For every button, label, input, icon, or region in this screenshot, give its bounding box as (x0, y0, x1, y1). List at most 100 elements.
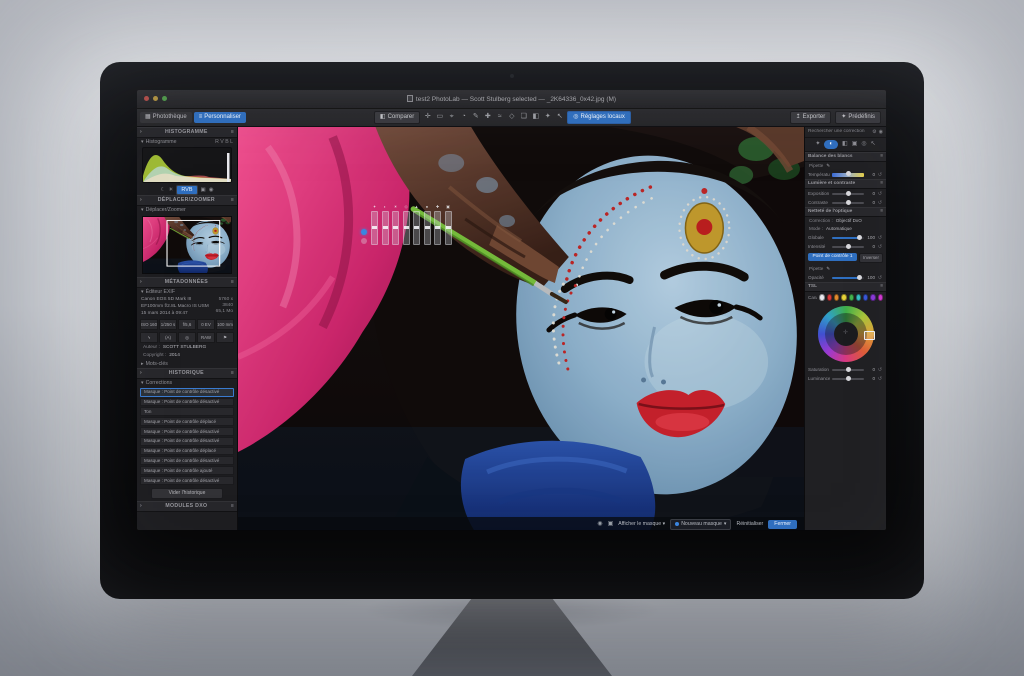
local-adjustments-button[interactable]: ◎Réglages locaux (567, 111, 631, 124)
reset-icon[interactable]: ↺ (877, 235, 883, 241)
keywords-row[interactable]: ▸ Mots-clés (137, 360, 237, 368)
invert-mask-button[interactable]: Inverser (859, 253, 883, 263)
category-favorites-icon[interactable]: ✦ (815, 141, 820, 148)
equalizer-slider-track[interactable] (424, 211, 431, 245)
hsl-channel-dot[interactable] (849, 294, 854, 301)
history-item[interactable]: Masque : Point de contrôle déplacé (140, 447, 234, 456)
active-mask-button[interactable]: Point de contrôle 1 (808, 253, 857, 261)
toolbar-tool-icon[interactable]: ◇ (507, 112, 516, 123)
slider-track[interactable] (832, 202, 864, 204)
equalizer-slider-handle[interactable] (425, 226, 430, 229)
histogram-graph[interactable] (142, 147, 232, 183)
tab-customize[interactable]: ≡Personnaliser (194, 112, 246, 123)
photo-image[interactable] (238, 127, 804, 530)
toolbar-tool-icon[interactable]: ◔ (459, 112, 468, 123)
wb-pipette-row[interactable]: Pipette ✎ (805, 162, 886, 170)
pipette-icon[interactable]: ✎ (826, 163, 830, 169)
show-mask-toggle[interactable]: Afficher le masque ▾ (618, 521, 665, 527)
equalizer-slider-track[interactable] (403, 211, 410, 245)
reset-icon[interactable]: ↺ (877, 376, 883, 382)
equalizer-slider-track[interactable] (413, 211, 420, 245)
slider-track[interactable] (832, 369, 864, 371)
equalizer-slider-handle[interactable] (393, 226, 398, 229)
toolbar-tool-icon[interactable]: ⌖ (447, 112, 456, 123)
slider-track[interactable] (832, 378, 864, 380)
correction-search[interactable]: Rechercher une correction ⚙ ◉ (805, 127, 886, 138)
collapse-icon[interactable]: ▾ (141, 139, 144, 145)
collapse-icon[interactable]: ▾ (141, 289, 144, 295)
export-button[interactable]: ↥Exporter (790, 111, 832, 124)
hsl-channel-dot[interactable] (827, 294, 832, 301)
toolbar-tool-icon[interactable]: ✎ (471, 112, 480, 123)
highlight-clipping-icon[interactable]: ☀ (168, 187, 173, 194)
reset-button[interactable]: Réinitialiser (736, 521, 763, 527)
toolbar-tool-icon[interactable]: ❏ (519, 112, 528, 123)
hsl-channel-dot[interactable] (819, 294, 824, 301)
reset-icon[interactable]: ↺ (877, 367, 883, 373)
palette-header-dxo-modules[interactable]: › MODULES DXO ≡ (137, 501, 237, 512)
palette-header-white-balance[interactable]: Balance des blancs ≡ (805, 152, 886, 162)
lens-mode-row[interactable]: Mode : Automatique (805, 225, 886, 233)
equalizer-slider-handle[interactable] (435, 226, 440, 229)
hsl-channel-dot[interactable] (841, 294, 846, 301)
equalizer-slider-handle[interactable] (383, 226, 388, 229)
toolbar-tool-icon[interactable]: ✦ (543, 112, 552, 123)
slider-handle[interactable] (846, 200, 851, 205)
mask-icon[interactable]: ▣ (608, 521, 614, 528)
histogram-option-icon-1[interactable]: ▣ (201, 187, 206, 194)
category-local-icon[interactable]: ↖ (871, 141, 876, 148)
control-point-indicator[interactable] (361, 229, 367, 235)
history-item[interactable]: Masque : Point de contrôle désactivé (140, 476, 234, 485)
history-item[interactable]: Masque : Point de contrôle désactivé (140, 427, 234, 436)
equalizer-slider[interactable]: ◇ (403, 205, 410, 245)
close-button[interactable]: Fermer (768, 520, 797, 528)
history-subrow[interactable]: ▾ Corrections (137, 379, 237, 387)
reset-icon[interactable]: ↺ (877, 191, 883, 197)
clear-history-button[interactable]: Vider l'historique (151, 488, 223, 499)
lens-correction-row[interactable]: Correction : Objectif DxO (805, 217, 886, 225)
slider-handle[interactable] (846, 191, 851, 196)
palette-header-history[interactable]: › HISTORIQUE ≡ (137, 368, 237, 379)
slider-handle[interactable] (846, 244, 851, 249)
category-color-icon[interactable]: ◧ (842, 141, 848, 148)
hsl-channel-dot[interactable] (870, 294, 875, 301)
tab-photolibrary[interactable]: ▦Photothèque (140, 112, 192, 123)
slider-handle[interactable] (846, 171, 851, 176)
menu-icon[interactable]: ≡ (231, 370, 234, 376)
minimize-window-button[interactable] (153, 96, 158, 101)
channel-mode-button[interactable]: RVB (176, 185, 197, 196)
menu-icon[interactable]: ≡ (880, 154, 883, 160)
menu-icon[interactable]: ≡ (880, 209, 883, 215)
slider-handle[interactable] (857, 235, 862, 240)
panel-toggle-icon[interactable]: ◉ (879, 129, 883, 135)
toolbar-tool-icon[interactable]: ✛ (423, 112, 432, 123)
opacity-slider[interactable] (832, 277, 864, 279)
window-controls[interactable] (144, 96, 167, 101)
equalizer-slider-track[interactable] (392, 211, 399, 245)
mask-visibility-dot[interactable] (361, 238, 367, 244)
hsl-channel-dot[interactable] (878, 294, 883, 301)
palette-header-lens-sharpness[interactable]: Netteté de l'optique ≡ (805, 207, 886, 217)
field-value[interactable]: Objectif DxO (836, 218, 862, 224)
lock-icon[interactable]: ↺ (877, 244, 883, 250)
hsl-color-wheel[interactable]: ✛ (818, 306, 874, 362)
author-value[interactable]: SCOTT STULBERG (163, 345, 206, 351)
menu-icon[interactable]: ≡ (880, 181, 883, 187)
menu-icon[interactable]: ≡ (231, 503, 234, 509)
equalizer-slider[interactable]: ◐ (382, 205, 389, 245)
new-mask-dropdown[interactable]: Nouveau masque▾ (670, 519, 731, 529)
palette-header-metadata[interactable]: › MÉTADONNÉES ≡ (137, 277, 237, 288)
palette-header-light[interactable]: Lumière et contraste ≡ (805, 179, 886, 189)
equalizer-slider-track[interactable] (445, 211, 452, 245)
equalizer-slider[interactable]: ✚ (434, 205, 441, 245)
reset-icon[interactable]: ↺ (877, 275, 883, 281)
slider-handle[interactable] (846, 367, 851, 372)
slider-handle[interactable] (846, 376, 851, 381)
copyright-row[interactable]: Copyright : 2014 (137, 352, 237, 360)
eye-icon[interactable]: ◉ (597, 521, 602, 528)
equalizer-slider-track[interactable] (382, 211, 389, 245)
exif-editor-subrow[interactable]: ▾ Éditeur EXIF (137, 288, 237, 296)
palette-header-move-zoom[interactable]: › DÉPLACER/ZOOMER ≡ (137, 195, 237, 206)
equalizer-slider-handle[interactable] (372, 226, 377, 229)
equalizer-slider-handle[interactable] (414, 226, 419, 229)
